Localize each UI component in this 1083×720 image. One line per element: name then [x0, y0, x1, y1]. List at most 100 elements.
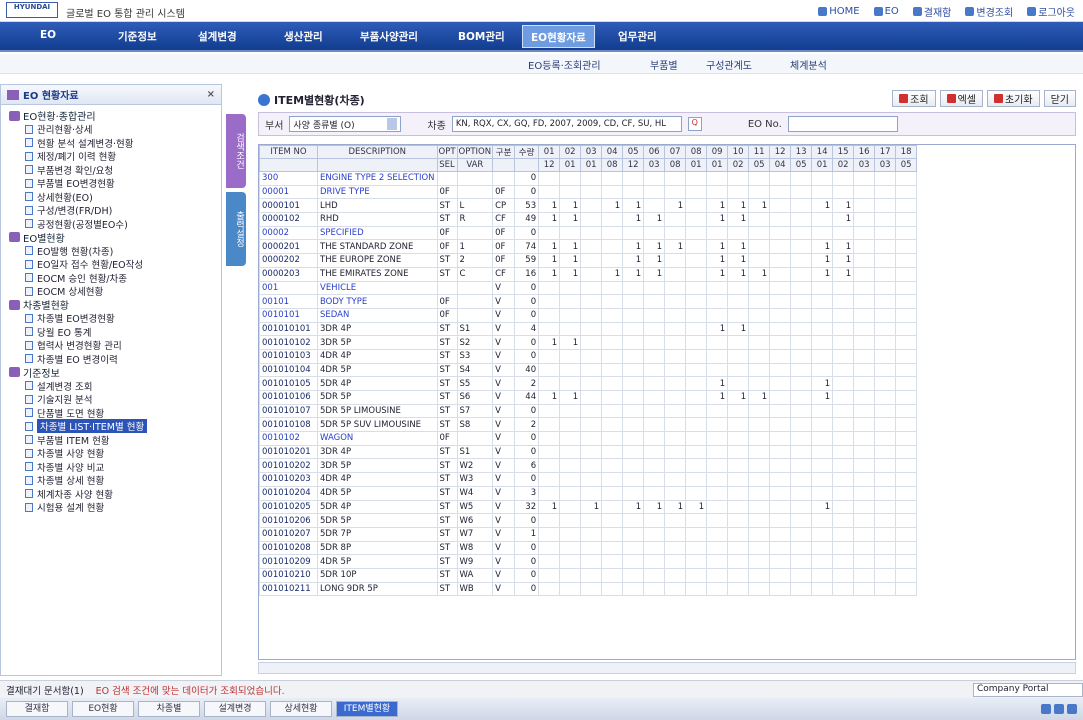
tray-icon[interactable] — [1041, 704, 1051, 714]
tree-item[interactable]: 체계차종 사양 현황 — [1, 487, 221, 501]
table-row[interactable]: 0000101 LHD ST L CP 53 1 1 1 1 1 1 1 1 1 1 — [259, 198, 918, 214]
reset-button[interactable]: 초기화 — [986, 90, 1040, 107]
tree-item[interactable]: 공정현황(공정별EO수) — [1, 217, 221, 231]
table-row[interactable]: 00101 BODY TYPE 0F V 0 — [259, 294, 918, 309]
tree-item[interactable]: 차종별 상세 현황 — [1, 474, 221, 487]
tree-item[interactable]: 차종별 EO변경현황 — [1, 312, 221, 325]
tree-item[interactable]: EO발행 현황(차종) — [1, 244, 221, 258]
close-icon[interactable]: × — [207, 89, 215, 100]
menu-parts[interactable]: 부품사양관리 — [360, 29, 418, 44]
tree-group[interactable]: EO별현황 — [1, 231, 221, 245]
submenu-analysis[interactable]: 체계분석 — [790, 57, 827, 72]
tray-icon[interactable] — [1067, 704, 1077, 714]
table-row[interactable]: 001010201 3DR 4P ST S1 V 0 — [259, 444, 918, 460]
table-row[interactable]: 0010101 SEDAN 0F V 0 — [259, 307, 918, 323]
table-row[interactable]: 0000102 RHD ST R CF 49 1 1 1 1 1 1 1 — [259, 212, 918, 227]
table-row[interactable]: 001010202 3DR 5P ST W2 V 6 — [259, 458, 918, 474]
portal-field[interactable]: Company Portal — [973, 682, 1083, 697]
table-row[interactable]: 00001 DRIVE TYPE 0F 0F 0 — [259, 184, 918, 200]
tree-item[interactable]: 부품별 ITEM 현황 — [1, 433, 221, 447]
tree-item[interactable]: 차종별 사양 현황 — [1, 447, 221, 460]
taskbar-item[interactable]: 상세현황 — [270, 701, 332, 717]
side-tab-search[interactable]: 검색조건 — [226, 114, 246, 188]
submenu-eo-reg[interactable]: EO등록·조회관리 — [528, 57, 601, 72]
tree-item[interactable]: 부품변경 확인/요청 — [1, 163, 221, 177]
top-link-home[interactable]: HOME — [818, 4, 860, 19]
table-row[interactable]: 001010211 LONG 9DR 5P ST WB V 0 — [259, 581, 918, 597]
taskbar-item[interactable]: EO현황 — [72, 701, 134, 717]
model-search-icon[interactable]: Q — [687, 117, 702, 131]
excel-button[interactable]: 엑셀 — [939, 90, 983, 107]
tree-item[interactable]: 차종별 LIST·ITEM별 현황 — [1, 419, 221, 434]
table-row[interactable]: 001010209 4DR 5P ST W9 V 0 — [259, 554, 918, 569]
table-row[interactable]: 0000203 THE EMIRATES ZONE ST C CF 16 1 1 1 1 1 1 1 1 1… — [259, 266, 918, 282]
table-row[interactable]: 001010108 5DR 5P SUV LIMOUSINE ST S8 V 2 — [259, 417, 918, 433]
tree-item[interactable]: 현황 분석 설계변경·현황 — [1, 136, 221, 150]
table-row[interactable]: 001010204 4DR 5P ST W4 V 3 — [259, 485, 918, 501]
table-row[interactable]: 0010102 WAGON 0F V 0 — [259, 431, 918, 446]
tree-item[interactable]: 구성/변경(FR/DH) — [1, 204, 221, 217]
taskbar-item[interactable]: ITEM별현황 — [336, 701, 398, 717]
table-row[interactable]: 300 ENGINE TYPE 2 SELECTION 0 — [259, 171, 918, 186]
taskbar-item[interactable]: 차종별 — [138, 701, 200, 717]
horizontal-scrollbar[interactable] — [258, 662, 1076, 674]
search-button[interactable]: 조회 — [892, 90, 936, 107]
tree-item[interactable]: 제정/폐기 이력 현황 — [1, 150, 221, 163]
menu-change[interactable]: 설계변경 — [198, 29, 237, 44]
top-link-eo[interactable]: EO — [873, 4, 899, 19]
tree-item[interactable]: 부품별 EO변경현황 — [1, 177, 221, 190]
submenu-parts[interactable]: 부품별 — [650, 57, 678, 72]
close-button[interactable]: 닫기 — [1043, 90, 1076, 107]
tree-item[interactable]: 관리현황·상세 — [1, 123, 221, 136]
table-row[interactable]: 001010210 5DR 10P ST WA V 0 — [259, 567, 918, 583]
tree-group[interactable]: 기준정보 — [1, 366, 221, 380]
table-row[interactable]: 001010105 5DR 4P ST S5 V 2 1 1 — [259, 376, 918, 391]
tree-item[interactable]: 설계변경 조회 — [1, 379, 221, 393]
submenu-relation[interactable]: 구성관계도 — [706, 57, 752, 72]
table-row[interactable]: 001010106 5DR 5P ST S6 V 44 1 1 1 1 1 1 — [259, 390, 918, 405]
tree-item[interactable]: 차종별 EO 변경이력 — [1, 352, 221, 366]
spec-select[interactable]: 사양 종류별 (O) — [289, 116, 402, 132]
table-row[interactable]: 00002 SPECIFIED 0F 0F 0 — [259, 225, 918, 241]
table-row[interactable]: 001 VEHICLE V 0 — [259, 280, 918, 296]
top-link-logout[interactable]: 로그아웃 — [1027, 4, 1075, 19]
table-row[interactable]: 001010206 5DR 5P ST W6 V 0 — [259, 513, 918, 528]
tree-item[interactable]: 상세현황(EO) — [1, 190, 221, 204]
tree-item[interactable]: 차종별 사양 비교 — [1, 460, 221, 474]
tree-item[interactable]: 기술지원 분석 — [1, 393, 221, 406]
tree-item[interactable]: 당월 EO 통계 — [1, 325, 221, 339]
tree-item[interactable]: 단품별 도면 현황 — [1, 406, 221, 420]
table-row[interactable]: 001010103 4DR 4P ST S3 V 0 — [259, 348, 918, 364]
tree-group[interactable]: 차종별현황 — [1, 298, 221, 312]
tree-item[interactable]: EOCM 상세현황 — [1, 285, 221, 298]
menu-production[interactable]: 생산관리 — [284, 29, 323, 44]
table-row[interactable]: 001010208 5DR 8P ST W8 V 0 — [259, 540, 918, 556]
tree-item[interactable]: EO일자 접수 현황/EO작성 — [1, 258, 221, 271]
model-input[interactable]: KN, RQX, CX, GQ, FD, 2007, 2009, CD, CF,… — [451, 116, 682, 132]
table-row[interactable]: 001010104 4DR 5P ST S4 V 40 — [259, 362, 918, 378]
tree-item[interactable]: 협력사 변경현황 관리 — [1, 339, 221, 352]
tree-group[interactable]: EO현황·종합관리 — [1, 109, 221, 123]
table-row[interactable]: 001010205 5DR 4P ST W5 V 32 1 1 1 1 1 1 1 — [259, 499, 918, 515]
top-link-approval[interactable]: 결재함 — [912, 4, 951, 19]
table-row[interactable]: 0000202 THE EUROPE ZONE ST 2 0F 59 1 1 1 1 1 1 1 1 — [259, 253, 918, 268]
taskbar-item[interactable]: 결재함 — [6, 701, 68, 717]
table-row[interactable]: 001010207 5DR 7P ST W7 V 1 — [259, 526, 918, 542]
table-row[interactable]: 0000201 THE STANDARD ZONE 0F 1 0F 74 1 1 1 1 1 1 1 1 1 — [259, 239, 918, 255]
tray-icon[interactable] — [1054, 704, 1064, 714]
table-row[interactable]: 001010203 4DR 4P ST W3 V 0 — [259, 472, 918, 487]
table-row[interactable]: 001010107 5DR 5P LIMOUSINE ST S7 V 0 — [259, 403, 918, 419]
menu-bom[interactable]: BOM관리 — [458, 29, 505, 44]
side-tab-output[interactable]: 출력설정 — [226, 192, 246, 266]
tree-item[interactable]: EOCM 승인 현황/차종 — [1, 271, 221, 285]
tree-item[interactable]: 시험용 설계 현황 — [1, 501, 221, 514]
top-link-change[interactable]: 변경조회 — [965, 4, 1013, 19]
status-approval[interactable]: 결재대기 문서함(1) — [0, 683, 90, 697]
taskbar-item[interactable]: 설계변경 — [204, 701, 266, 717]
table-row[interactable]: 001010102 3DR 5P ST S2 V 0 1 1 — [259, 335, 918, 350]
menu-eo-status[interactable]: EO현황자료 — [522, 25, 595, 48]
menu-eo[interactable]: EO — [40, 29, 56, 41]
menu-work[interactable]: 업무관리 — [618, 29, 657, 44]
menu-base[interactable]: 기준정보 — [118, 29, 157, 44]
table-row[interactable]: 001010101 3DR 4P ST S1 V 4 1 1 — [259, 321, 918, 337]
